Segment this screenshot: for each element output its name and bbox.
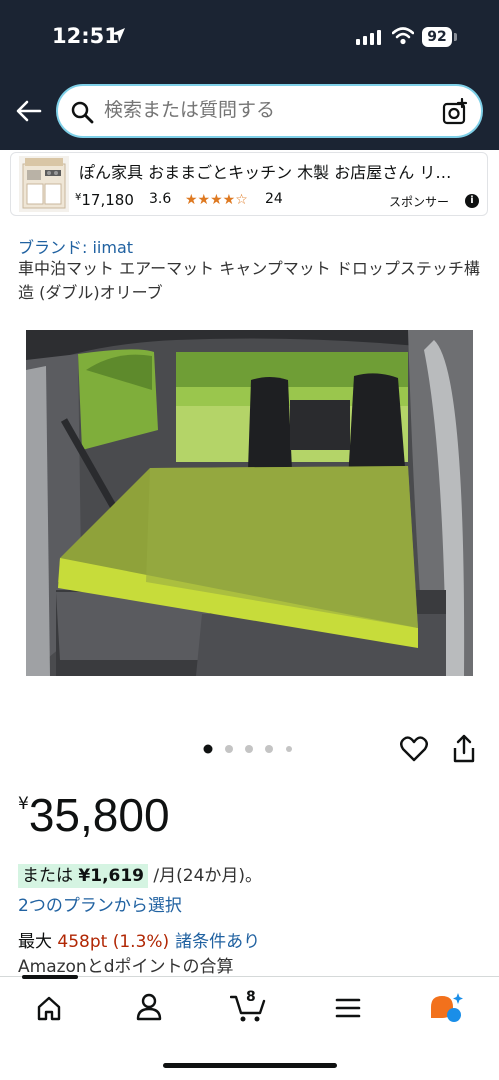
product-title: 車中泊マット エアーマット キャンプマット ドロップステッチ構造 (ダブル)オリ… (18, 259, 480, 302)
back-arrow-icon[interactable] (14, 96, 44, 126)
brand-link[interactable]: ブランド: iimat (18, 234, 133, 258)
battery-tip (454, 33, 457, 41)
points-note: Amazonとdポイントの合算 (18, 957, 234, 977)
camera-icon[interactable] (441, 98, 469, 126)
share-icon[interactable] (452, 734, 476, 764)
rufus-icon[interactable] (428, 991, 464, 1023)
home-indicator-bar (163, 1063, 337, 1068)
product-price: ¥35,800 (18, 789, 170, 841)
gallery-dots[interactable] (203, 744, 295, 754)
active-tab-indicator (22, 975, 78, 979)
review-count: 24 (265, 191, 283, 207)
installment-info: または ¥1,619 /月(24か月)。 (18, 861, 262, 888)
sponsored-label: スポンサー (389, 195, 450, 209)
home-icon[interactable] (36, 995, 62, 1021)
menu-icon[interactable] (335, 997, 361, 1019)
cart-count: 8 (246, 989, 256, 1005)
heart-icon[interactable] (400, 736, 428, 762)
sponsored-price: ¥17,180 (75, 191, 134, 209)
status-time: 12:51 (52, 24, 119, 48)
info-icon[interactable]: i (465, 194, 479, 208)
battery-level: 92 (422, 27, 452, 47)
account-icon[interactable] (136, 993, 162, 1021)
search-icon (71, 101, 94, 124)
top-header: 12:51 92 (0, 0, 499, 150)
search-input[interactable] (104, 99, 424, 121)
product-image[interactable] (26, 330, 473, 676)
wifi-icon (392, 27, 414, 45)
conditions-link[interactable]: 諸条件あり (175, 932, 260, 952)
sponsored-thumbnail (19, 156, 69, 212)
sponsored-rating: 3.6 (149, 191, 172, 207)
sponsored-product[interactable]: ぽん家具 おままごとキッチン 木製 お店屋さん リ… ¥17,180 3.6 ★… (10, 152, 488, 216)
star-rating: ★★★★☆ (185, 192, 248, 208)
location-arrow-icon (111, 28, 125, 42)
signal-icon (356, 30, 381, 45)
points-info: 最大 458pt (1.3%) 諸条件あり (18, 932, 261, 952)
search-bar[interactable] (56, 84, 483, 138)
sponsored-title: ぽん家具 おままごとキッチン 木製 お店屋さん リ… (79, 163, 452, 182)
plans-link[interactable]: 2つのプランから選択 (18, 891, 182, 916)
